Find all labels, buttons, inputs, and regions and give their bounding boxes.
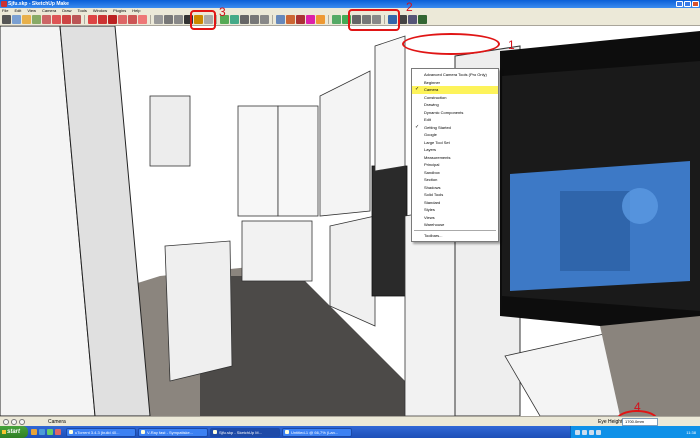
annotation-label-3: 3 — [219, 5, 226, 19]
tape-measure-icon[interactable] — [154, 15, 163, 24]
model-viewport[interactable]: ✓ Advanced Camera Tools (Pro Only) Begin… — [0, 26, 700, 416]
previous-view-icon[interactable] — [332, 15, 341, 24]
dropdown-separator — [414, 229, 496, 231]
rotate-tool-icon[interactable] — [108, 15, 117, 24]
dropdown-item-large-tool-set[interactable]: Large Tool Set — [412, 139, 498, 147]
close-button[interactable] — [692, 1, 699, 7]
annotation-oval-1 — [402, 33, 500, 55]
zoom-window-icon[interactable] — [250, 15, 259, 24]
move-tool-icon[interactable] — [98, 15, 107, 24]
toolbars-dropdown-menu: ✓ Advanced Camera Tools (Pro Only) Begin… — [411, 68, 499, 242]
start-button[interactable]: start — [0, 426, 28, 438]
dimension-tool-icon[interactable] — [164, 15, 173, 24]
dropdown-item-camera[interactable]: ✓ Camera — [412, 86, 498, 94]
dropdown-item-views[interactable]: Views — [412, 214, 498, 222]
dropdown-item-shadows[interactable]: Shadows — [412, 184, 498, 192]
toolbar-separator — [272, 15, 273, 24]
annotation-box-2 — [348, 9, 400, 31]
task-sketchup[interactable]: Sjfu.skp - SketchUp M... — [210, 427, 280, 437]
scale-tool-icon[interactable] — [128, 15, 137, 24]
dropdown-item-solid-tools[interactable]: Solid Tools — [412, 191, 498, 199]
firefox-icon[interactable] — [31, 429, 37, 435]
system-tray: 11:38 — [570, 426, 700, 438]
eraser-tool-icon[interactable] — [12, 15, 21, 24]
kitchen-3d-scene — [0, 26, 700, 416]
circle-tool-icon[interactable] — [62, 15, 71, 24]
rectangle-tool-icon[interactable] — [52, 15, 61, 24]
network-icon[interactable] — [575, 429, 580, 435]
dropdown-item-google[interactable]: Google — [412, 131, 498, 139]
window-title: Sjfu.skp - SketchUp Make — [8, 1, 69, 7]
dropdown-item-construction[interactable]: Construction — [412, 94, 498, 102]
annotation-label-2: 2 — [406, 0, 413, 14]
toolbar-separator — [150, 15, 151, 24]
protractor-icon[interactable] — [174, 15, 183, 24]
push-pull-icon[interactable] — [88, 15, 97, 24]
check-icon: ✓ — [415, 123, 420, 130]
offset-tool-icon[interactable] — [138, 15, 147, 24]
footprints-icon[interactable] — [418, 15, 427, 24]
dropdown-item-dynamic-components[interactable]: Dynamic Components — [412, 109, 498, 117]
annotation-box-3 — [190, 10, 216, 30]
help-icon[interactable] — [19, 419, 25, 425]
geolocation-icon[interactable] — [3, 419, 9, 425]
follow-me-icon[interactable] — [118, 15, 127, 24]
extension-warehouse-icon[interactable] — [306, 15, 315, 24]
zoom-extents-icon[interactable] — [260, 15, 269, 24]
update-icon[interactable] — [596, 429, 601, 435]
arc-tool-icon[interactable] — [42, 15, 51, 24]
dropdown-item-measurements[interactable]: Measurements — [412, 154, 498, 162]
components-icon[interactable] — [296, 15, 305, 24]
status-icons — [3, 419, 25, 425]
dropdown-item-getting-started[interactable]: ✓ Getting Started — [412, 124, 498, 132]
annotation-label-4: 4 — [634, 400, 641, 414]
look-around-icon[interactable] — [408, 15, 417, 24]
dropdown-item-styles[interactable]: Styles — [412, 206, 498, 214]
antivirus-icon[interactable] — [589, 429, 594, 435]
media-icon[interactable] — [55, 429, 61, 435]
eye-height-input[interactable]: 1700.0mm — [622, 418, 658, 426]
dropdown-item-toolbars[interactable]: Toolbars... — [412, 232, 498, 240]
check-icon: ✓ — [415, 86, 420, 92]
credits-icon[interactable] — [11, 419, 17, 425]
dropdown-item-beginner[interactable]: Beginner — [412, 79, 498, 87]
window-controls — [676, 1, 699, 7]
maximize-button[interactable] — [684, 1, 691, 7]
sketchup-app-icon — [1, 1, 7, 7]
dropdown-item-edit[interactable]: Edit — [412, 116, 498, 124]
line-tool-icon[interactable] — [32, 15, 41, 24]
toolbar-separator — [328, 15, 329, 24]
dropdown-item-principal[interactable]: Principal — [412, 161, 498, 169]
task-photoshop[interactable]: Untitled-1 @ 66,7% (Lan... — [282, 427, 352, 437]
volume-icon[interactable] — [582, 429, 587, 435]
task-vray[interactable]: V-Ray fast - Sympatiske... — [138, 427, 208, 437]
desktop-icon[interactable] — [47, 429, 53, 435]
dropdown-item-standard[interactable]: Standard — [412, 199, 498, 207]
toolbar-separator — [216, 15, 217, 24]
annotation-label-1: 1 — [508, 38, 515, 52]
dropdown-item-section[interactable]: Section — [412, 176, 498, 184]
quick-launch — [28, 429, 64, 435]
toolbar-separator — [84, 15, 85, 24]
window-titlebar: Sjfu.skp - SketchUp Make — [0, 0, 700, 8]
minimize-button[interactable] — [676, 1, 683, 7]
windows-taskbar: start uTorrent 3.4.3 (build 40... V-Ray … — [0, 426, 700, 438]
status-bar: Camera Eye Height 1700.0mm — [0, 416, 700, 426]
share-model-icon[interactable] — [286, 15, 295, 24]
dropdown-item-warehouse[interactable]: Warehouse — [412, 221, 498, 229]
dropdown-item-sandbox[interactable]: Sandbox — [412, 169, 498, 177]
ie-icon[interactable] — [39, 429, 45, 435]
task-utorrent[interactable]: uTorrent 3.4.3 (build 40... — [66, 427, 136, 437]
dropdown-item-advanced-camera-tools[interactable]: ✓ Advanced Camera Tools (Pro Only) — [412, 71, 498, 79]
dropdown-item-drawing[interactable]: Drawing — [412, 101, 498, 109]
select-tool-icon[interactable] — [2, 15, 11, 24]
paint-bucket-icon[interactable] — [22, 15, 31, 24]
polygon-tool-icon[interactable] — [72, 15, 81, 24]
clock: 11:38 — [686, 429, 696, 435]
zoom-tool-icon[interactable] — [240, 15, 249, 24]
layout-icon[interactable] — [316, 15, 325, 24]
pan-tool-icon[interactable] — [230, 15, 239, 24]
3d-warehouse-icon[interactable] — [276, 15, 285, 24]
dropdown-item-layers[interactable]: Layers — [412, 146, 498, 154]
